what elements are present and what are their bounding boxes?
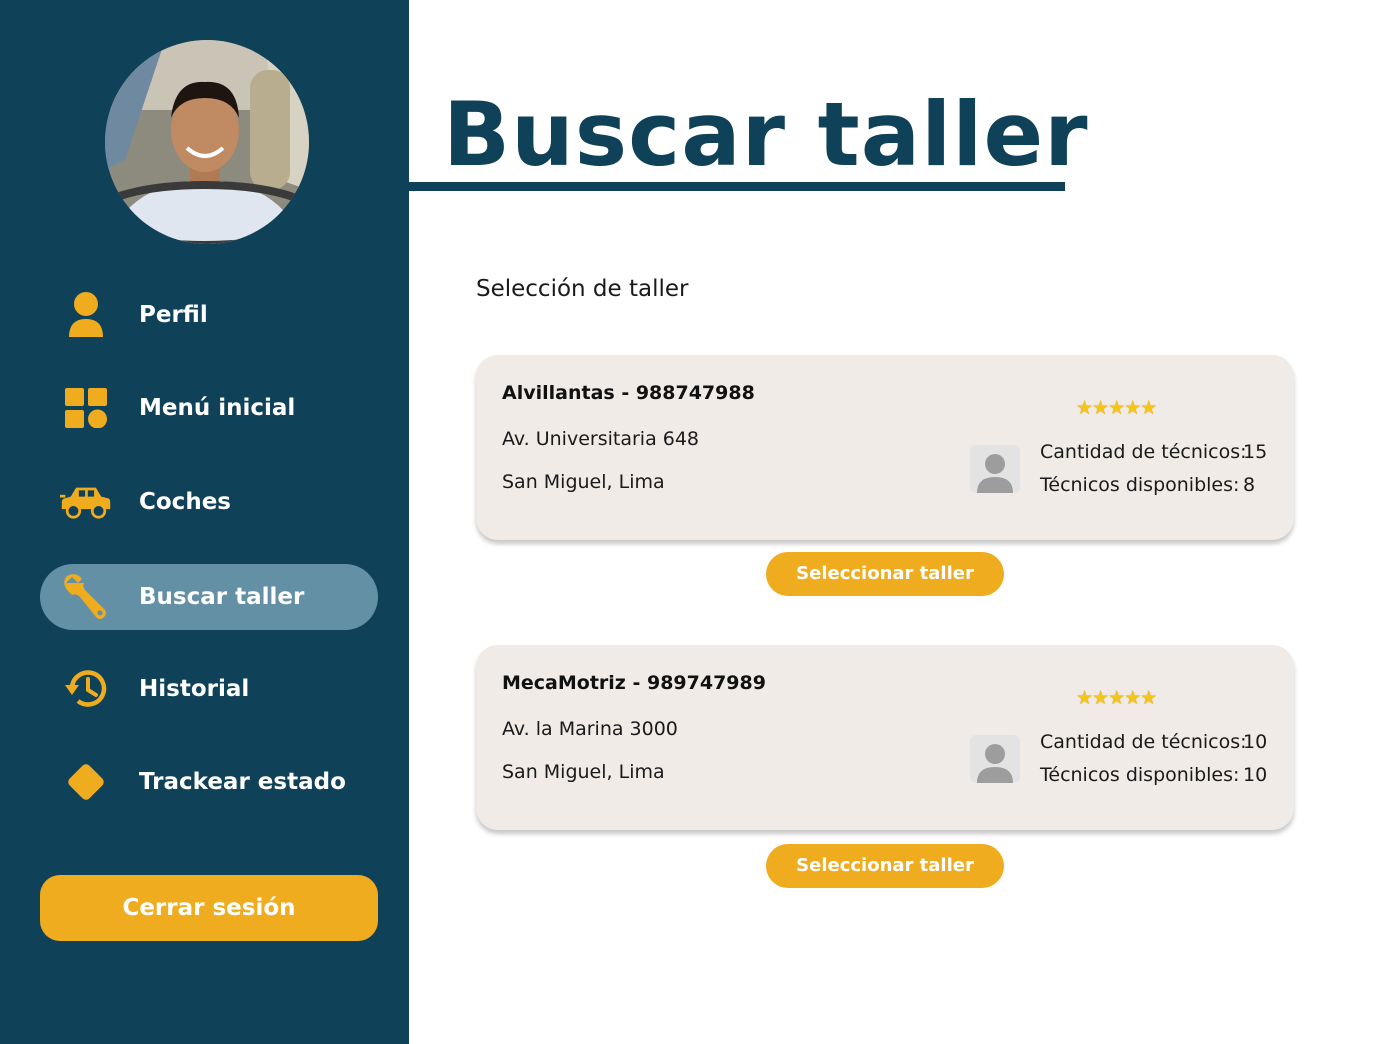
workshop-card: Alvillantas - 988747988 Av. Universitari… [476, 355, 1294, 540]
sidebar-item-menu-inicial[interactable]: Menú inicial [40, 375, 378, 441]
sidebar-item-trackear-estado[interactable]: Trackear estado [40, 749, 378, 815]
user-avatar[interactable] [105, 40, 309, 244]
logout-button[interactable]: Cerrar sesión [40, 875, 378, 941]
technicians-value: 15 [1243, 441, 1268, 463]
sidebar-item-coches[interactable]: Coches [40, 469, 378, 535]
select-workshop-button[interactable]: Seleccionar taller [766, 844, 1004, 888]
sidebar-item-perfil[interactable]: Perfil [40, 282, 378, 348]
page-title: Buscar taller [443, 83, 1089, 186]
technicians-value: 10 [1243, 731, 1268, 753]
workshop-name: Alvillantas - 988747988 [502, 382, 755, 404]
title-underline [409, 182, 1065, 191]
diamond-icon [60, 758, 112, 806]
sidebar-item-buscar-taller[interactable]: Buscar taller [40, 564, 378, 630]
sidebar-item-label: Trackear estado [139, 769, 346, 795]
sidebar-item-label: Perfil [139, 302, 208, 328]
workshop-address: Av. la Marina 3000 [502, 718, 678, 740]
section-label: Selección de taller [476, 276, 689, 302]
available-label: Técnicos disponibles: [1040, 474, 1240, 496]
star-rating: ★★★★★ [1076, 397, 1157, 419]
sidebar-item-label: Historial [139, 676, 250, 702]
available-value: 10 [1243, 764, 1268, 786]
workshop-name: MecaMotriz - 989747989 [502, 672, 766, 694]
wrench-icon [60, 573, 112, 621]
technician-avatar-icon [970, 735, 1020, 783]
workshop-card: MecaMotriz - 989747989 Av. la Marina 300… [476, 645, 1294, 830]
technician-avatar-icon [970, 445, 1020, 493]
available-label: Técnicos disponibles: [1040, 764, 1240, 786]
grid-icon [60, 384, 112, 432]
workshop-address: Av. Universitaria 648 [502, 428, 700, 450]
star-rating: ★★★★★ [1076, 687, 1157, 709]
select-workshop-button[interactable]: Seleccionar taller [766, 552, 1004, 596]
technicians-label: Cantidad de técnicos: [1040, 731, 1247, 753]
person-icon [60, 291, 112, 339]
car-icon [60, 478, 112, 526]
workshop-district: San Miguel, Lima [502, 761, 665, 783]
technicians-label: Cantidad de técnicos: [1040, 441, 1247, 463]
sidebar-item-label: Menú inicial [139, 395, 296, 421]
available-value: 8 [1243, 474, 1256, 496]
sidebar-item-label: Buscar taller [139, 584, 305, 610]
history-icon [60, 665, 112, 713]
sidebar-item-label: Coches [139, 489, 231, 515]
sidebar: Perfil Menú inicial Coches Buscar taller… [0, 0, 409, 1044]
sidebar-item-historial[interactable]: Historial [40, 656, 378, 722]
workshop-district: San Miguel, Lima [502, 471, 665, 493]
